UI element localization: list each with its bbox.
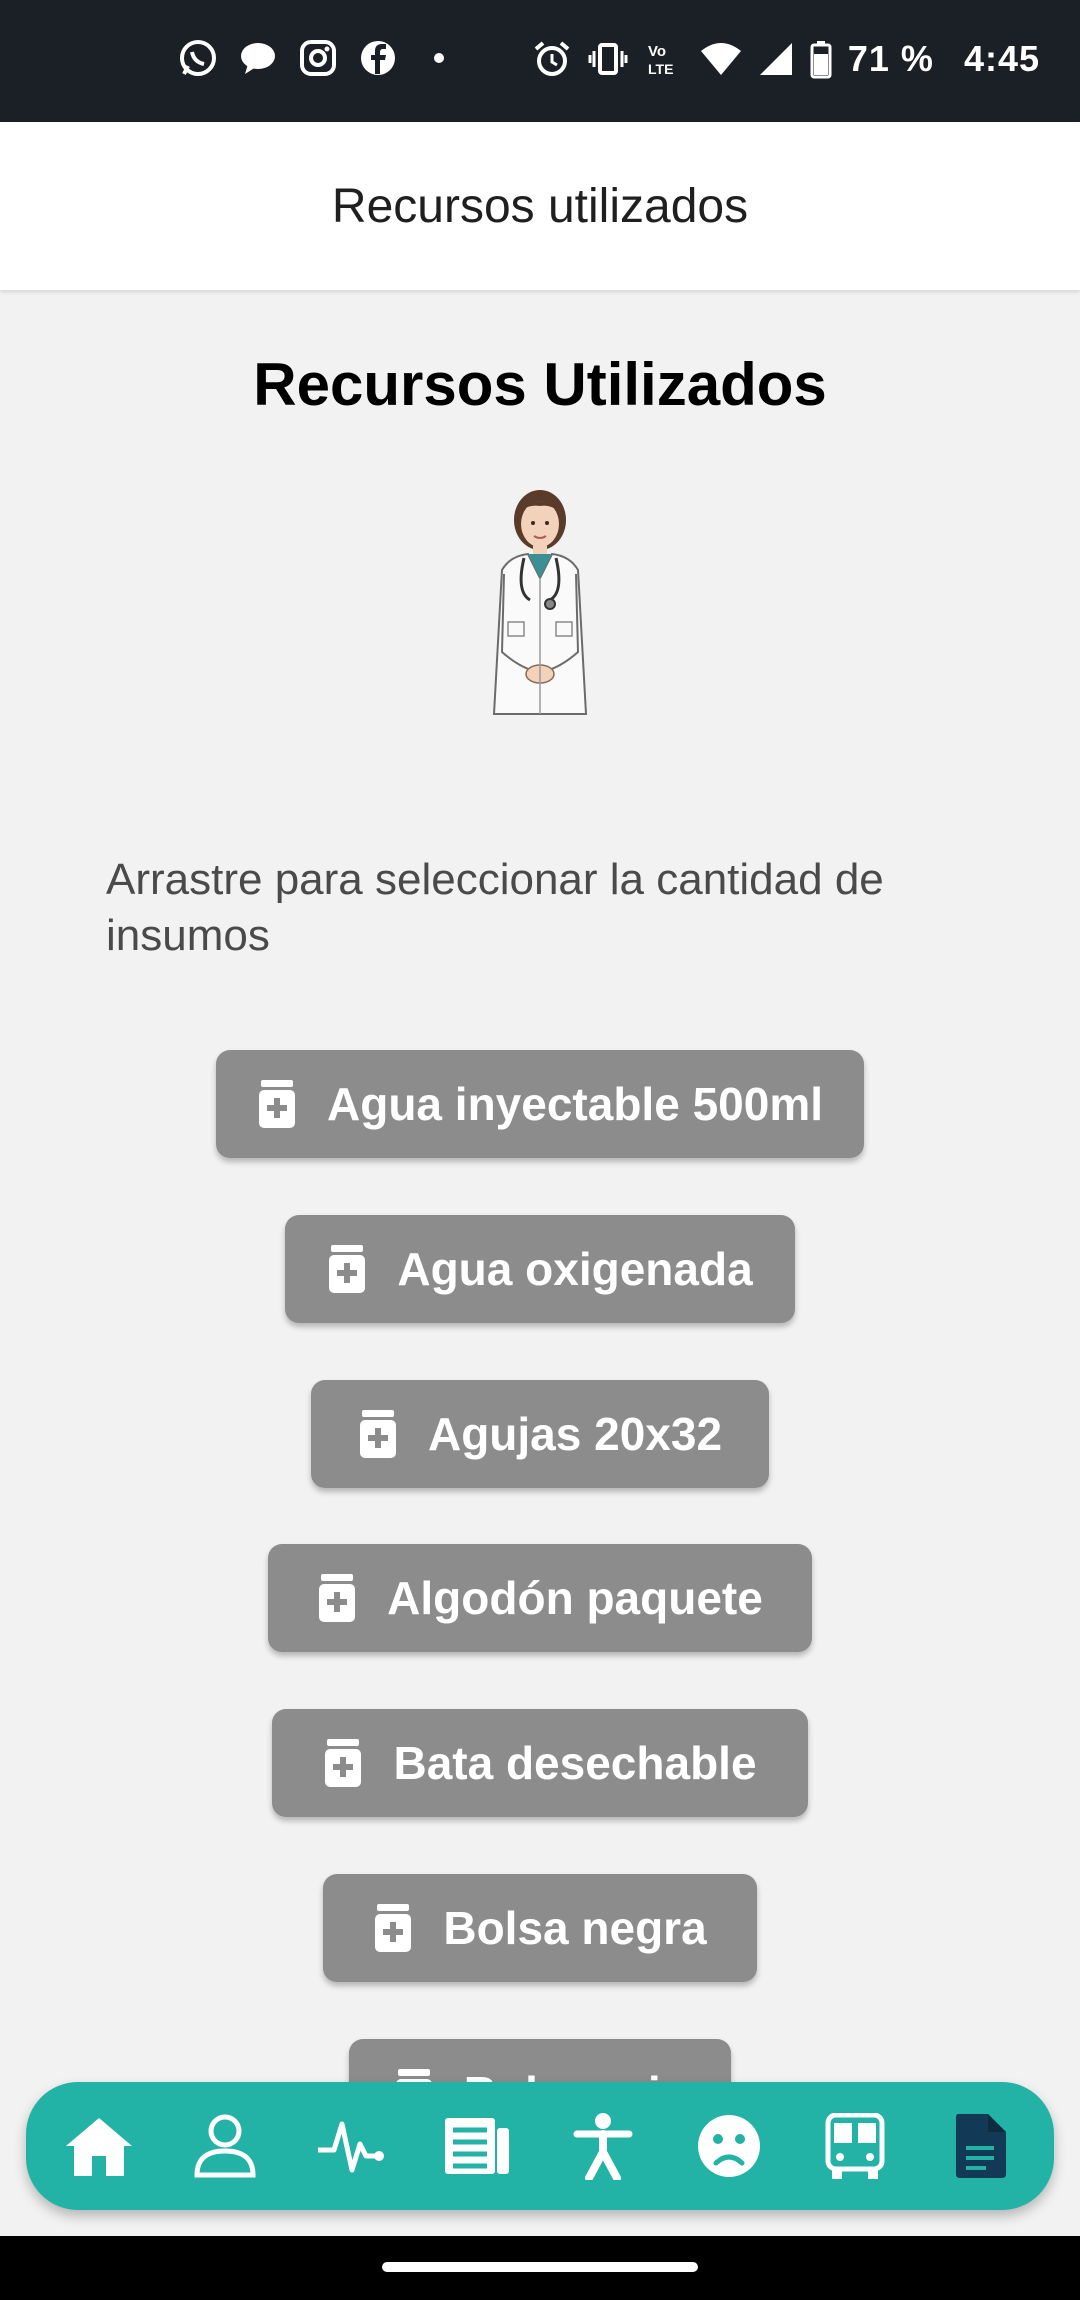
medicine-bottle-icon [359, 1410, 396, 1458]
home-icon [66, 2118, 132, 2176]
battery-icon [810, 39, 832, 79]
facebook-icon [358, 38, 398, 78]
status-bar: Vo LTE 71 % 4:45 [0, 0, 1080, 122]
supply-button[interactable]: Agua oxigenada [285, 1215, 795, 1323]
nav-transport[interactable] [815, 2106, 895, 2186]
bottom-navigation [26, 2082, 1054, 2210]
vibrate-icon [588, 39, 628, 79]
clock: 4:45 [963, 38, 1040, 79]
battery-percentage: 71 % [847, 38, 934, 79]
supply-button[interactable]: Bolsa negra [323, 1874, 757, 1982]
bus-icon [825, 2113, 885, 2179]
doctor-illustration [492, 490, 588, 715]
page-title: Recursos Utilizados [253, 351, 827, 418]
supply-label: Agua inyectable 500ml [327, 1078, 823, 1130]
nav-vitals[interactable] [311, 2106, 391, 2186]
app-bar-title: Recursos utilizados [331, 179, 749, 233]
supply-label: Agujas 20x32 [427, 1408, 723, 1460]
chat-bubble-icon [238, 38, 278, 78]
system-icons: Vo LTE 71 % 4:45 [532, 38, 1040, 80]
nav-accessibility[interactable] [563, 2106, 643, 2186]
medicine-bottle-icon [319, 1574, 356, 1622]
whatsapp-icon [178, 38, 218, 78]
nav-news[interactable] [437, 2106, 517, 2186]
instruction-text: Arrastre para seleccionar la cantidad de… [106, 855, 884, 960]
wifi-icon [700, 39, 742, 79]
supply-label: Bolsa negra [443, 1902, 707, 1954]
home-gesture-handle[interactable] [382, 2262, 698, 2272]
nav-documents[interactable] [941, 2106, 1021, 2186]
medicine-bottle-icon [259, 1080, 296, 1128]
notification-icons [178, 38, 444, 78]
instagram-icon [298, 38, 338, 78]
system-navigation-bar [0, 2236, 1080, 2300]
notification-dot [434, 53, 444, 63]
svg-text:Vo: Vo [648, 43, 666, 60]
document-icon [956, 2114, 1006, 2178]
supply-button[interactable]: Agujas 20x32 [311, 1380, 769, 1488]
volte-icon: Vo LTE [644, 39, 684, 79]
medicine-bottle-icon [375, 1904, 412, 1952]
user-icon [194, 2114, 256, 2178]
accessibility-icon [573, 2113, 633, 2180]
signal-icon [758, 39, 794, 79]
supply-button[interactable]: Agua inyectable 500ml [216, 1050, 864, 1158]
medicine-bottle-icon [329, 1245, 366, 1293]
medicine-bottle-icon [325, 1739, 362, 1787]
svg-text:LTE: LTE [648, 61, 673, 77]
app-bar: Recursos utilizados [0, 122, 1080, 290]
supply-button[interactable]: Algodón paquete [268, 1544, 812, 1652]
supply-label: Algodón paquete [387, 1572, 763, 1624]
sad-face-icon [698, 2115, 760, 2177]
heartbeat-icon [318, 2121, 384, 2173]
alarm-icon [532, 39, 572, 79]
supply-label: Bata desechable [393, 1737, 757, 1789]
supply-button[interactable]: Bata desechable [272, 1709, 808, 1817]
nav-profile[interactable] [185, 2106, 265, 2186]
newspaper-icon [445, 2118, 509, 2174]
nav-home[interactable] [59, 2106, 139, 2186]
nav-mood[interactable] [689, 2106, 769, 2186]
supply-label: Agua oxigenada [397, 1243, 753, 1295]
